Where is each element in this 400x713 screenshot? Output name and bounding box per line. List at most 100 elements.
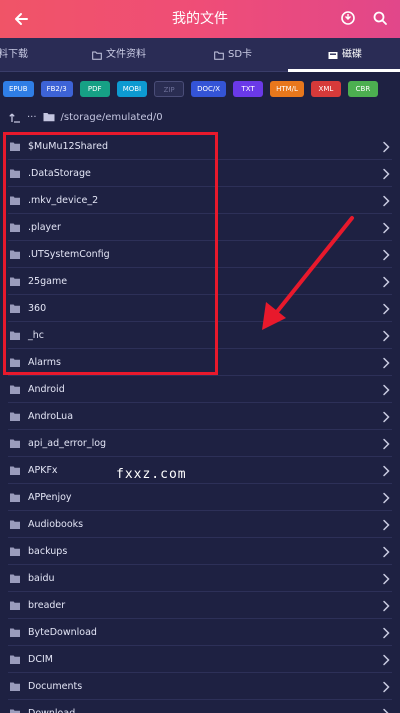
folder-name: Documents: [28, 681, 83, 692]
chevron-right-icon: [383, 438, 390, 450]
folder-icon: [10, 520, 20, 529]
folder-row[interactable]: ByteDownload: [0, 619, 400, 646]
folder-name: Download: [28, 708, 75, 713]
folder-row[interactable]: DCIM: [0, 646, 400, 673]
folder-row[interactable]: 25game: [0, 268, 400, 295]
folder-name: 360: [28, 303, 47, 314]
filter-chip-pdf[interactable]: PDF: [79, 81, 110, 97]
folder-icon: [10, 439, 20, 448]
watermark: fxxz.com: [116, 467, 187, 482]
folder-row[interactable]: breader: [0, 592, 400, 619]
folder-name: backups: [28, 546, 68, 557]
filter-chip-zip[interactable]: ZIP: [154, 81, 185, 97]
folder-name: AndroLua: [28, 411, 74, 422]
disk-icon: [328, 51, 338, 59]
active-tab-indicator: [288, 69, 400, 72]
tab-documents[interactable]: 文件资料: [92, 38, 146, 72]
folder-icon: [10, 682, 20, 691]
chevron-right-icon: [383, 330, 390, 342]
filter-chip-epub[interactable]: EPUB: [3, 81, 34, 97]
folder-name: DCIM: [28, 654, 53, 665]
folder-name: api_ad_error_log: [28, 438, 107, 449]
path-bar: ··· /storage/emulated/0: [0, 106, 400, 128]
folder-row[interactable]: APKFx: [0, 457, 400, 484]
chevron-right-icon: [383, 411, 390, 423]
tab-label: SD卡: [228, 49, 253, 60]
chevron-right-icon: [383, 519, 390, 531]
folder-row[interactable]: api_ad_error_log: [0, 430, 400, 457]
folder-row[interactable]: baidu: [0, 565, 400, 592]
chevron-right-icon: [383, 465, 390, 477]
folder-icon: [10, 412, 20, 421]
folder-name: 25game: [28, 276, 68, 287]
folder-row[interactable]: _hc: [0, 322, 400, 349]
folder-icon: [10, 709, 20, 713]
folder-outline-icon: [92, 51, 102, 60]
folder-icon: [10, 250, 20, 259]
folder-icon: [10, 142, 20, 151]
folder-row[interactable]: .UTSystemConfig: [0, 241, 400, 268]
folder-name: .UTSystemConfig: [28, 249, 110, 260]
tab-sd-card[interactable]: SD卡: [214, 38, 252, 72]
chevron-right-icon: [383, 276, 390, 288]
folder-icon: [10, 601, 20, 610]
folder-row[interactable]: .mkv_device_2: [0, 187, 400, 214]
folder-name: .DataStorage: [28, 168, 91, 179]
folder-outline-icon: [214, 51, 224, 60]
chevron-right-icon: [383, 195, 390, 207]
path-ellipsis[interactable]: ···: [27, 112, 37, 123]
folder-icon: [10, 574, 20, 583]
clean-icon: [341, 11, 355, 25]
folder-icon: [10, 628, 20, 637]
up-level-button[interactable]: [9, 111, 21, 123]
folder-icon: [10, 547, 20, 556]
folder-row[interactable]: AndroLua: [0, 403, 400, 430]
folder-name: $MuMu12Shared: [28, 141, 109, 152]
chevron-right-icon: [383, 141, 390, 153]
folder-row[interactable]: 360: [0, 295, 400, 322]
filter-chip-mobi[interactable]: MOBI: [116, 81, 148, 97]
chevron-right-icon: [383, 249, 390, 261]
chevron-right-icon: [383, 492, 390, 504]
tab-bar: 料下载 文件资料 SD卡 磁碟: [0, 38, 400, 72]
tab-disk[interactable]: 磁碟: [328, 38, 362, 72]
folder-list: $MuMu12Shared .DataStorage .mkv_device_2 .p…: [0, 133, 400, 713]
folder-row[interactable]: APPenjoy: [0, 484, 400, 511]
clean-button[interactable]: [336, 6, 360, 30]
current-path: /storage/emulated/0: [60, 111, 163, 123]
folder-icon: [10, 655, 20, 664]
search-button[interactable]: [368, 6, 392, 30]
search-icon: [373, 11, 387, 25]
folder-row[interactable]: .DataStorage: [0, 160, 400, 187]
folder-row[interactable]: Audiobooks: [0, 511, 400, 538]
folder-row[interactable]: Download: [0, 700, 400, 713]
folder-row[interactable]: $MuMu12Shared: [0, 133, 400, 160]
filter-chip-htm-l[interactable]: HTM/L: [270, 81, 304, 97]
filter-chip-txt[interactable]: TXT: [233, 81, 264, 97]
folder-name: ByteDownload: [28, 627, 97, 638]
tab-label: 料下载: [0, 49, 28, 60]
folder-row[interactable]: Android: [0, 376, 400, 403]
folder-row[interactable]: backups: [0, 538, 400, 565]
filter-chip-xml[interactable]: XML: [310, 81, 341, 97]
folder-row[interactable]: .player: [0, 214, 400, 241]
chevron-right-icon: [383, 357, 390, 369]
folder-name: .player: [28, 222, 61, 233]
filter-chip-doc-x[interactable]: DOC/X: [191, 81, 227, 97]
folder-row[interactable]: Documents: [0, 673, 400, 700]
file-type-filter-bar: EPUB FB2/3 PDF MOBI ZIP DOC/X TXT HTM/L XML CBR: [0, 72, 400, 106]
folder-icon: [10, 196, 20, 205]
folder-name: Alarms: [28, 357, 61, 368]
folder-name: _hc: [28, 330, 44, 341]
filter-chip-cbr[interactable]: CBR: [347, 81, 378, 97]
folder-row[interactable]: Alarms: [0, 349, 400, 376]
tab-downloads[interactable]: 料下载: [0, 38, 28, 72]
folder-name: Audiobooks: [28, 519, 84, 530]
chevron-right-icon: [383, 222, 390, 234]
folder-name: baidu: [28, 573, 55, 584]
folder-name: APPenjoy: [28, 492, 72, 503]
folder-open-icon: [43, 112, 55, 122]
filter-chip-fb2-3[interactable]: FB2/3: [40, 81, 73, 97]
folder-name: APKFx: [28, 465, 58, 476]
chevron-right-icon: [383, 681, 390, 693]
